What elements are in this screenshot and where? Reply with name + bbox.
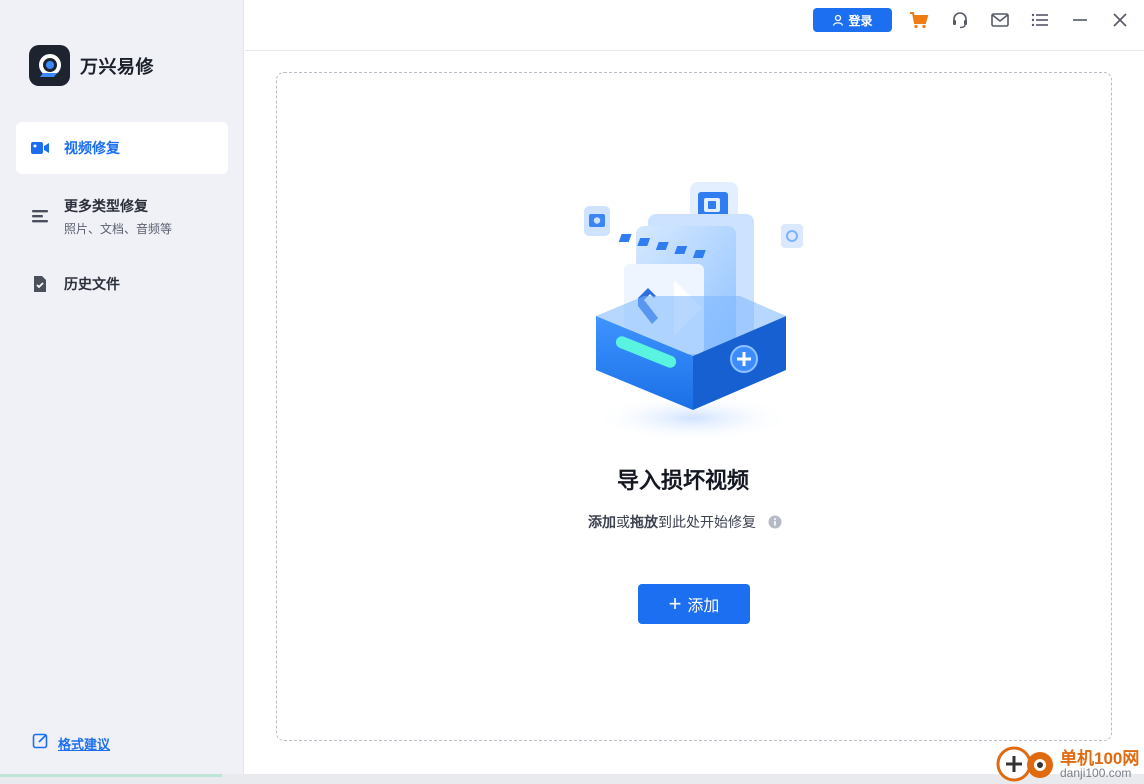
cart-icon[interactable] [909,10,929,30]
watermark-logo-icon [996,746,1053,782]
menu-icon[interactable] [1030,10,1050,30]
info-icon[interactable] [768,515,782,529]
watermark-line2: danji100.com [1060,766,1132,780]
sidebar-item-label: 视频修复 [64,140,120,156]
drop-zone-hint: 添加 或 拖放 到此处开始修复 [588,512,782,532]
sidebar-item-sublabel: 照片、文档、音频等 [64,221,173,236]
add-file-button[interactable]: + 添加 [638,584,750,624]
login-button[interactable]: 登录 [813,8,892,32]
minimize-icon[interactable] [1070,10,1090,30]
plus-icon: + [668,591,682,616]
user-icon [833,14,844,26]
headset-icon[interactable] [950,10,970,30]
hint-or: 或 [616,514,630,530]
repair-box-illustration [584,182,803,442]
format-suggestion-label: 格式建议 [58,736,111,752]
file-check-icon [30,274,50,294]
close-icon[interactable] [1110,10,1130,30]
sidebar-item-label: 更多类型修复 [64,197,148,214]
app-logo-icon [29,45,70,86]
sidebar-item-video-repair[interactable]: 视频修复 [16,122,228,174]
app-logo: 万兴易修 [29,45,154,86]
sidebar-item-history[interactable]: 历史文件 [16,258,228,310]
site-watermark: 单机100网 danji100.com [996,744,1144,784]
sidebar-item-label: 历史文件 [64,276,120,292]
app-name: 万兴易修 [80,56,154,77]
status-strip [0,774,1144,784]
mail-icon[interactable] [990,10,1010,30]
drop-zone-title: 导入损坏视频 [616,468,749,493]
sidebar-item-more-types[interactable]: 更多类型修复 照片、文档、音频等 [16,190,228,242]
sidebar: 万兴易修 视频修复 更多类型修复 照片、文档、音频等 历史文件 格式建议 [0,0,244,774]
video-camera-icon [30,138,50,158]
edit-icon [32,732,49,754]
add-button-label: 添加 [687,598,720,615]
login-label: 登录 [848,13,873,28]
list-icon [30,206,50,226]
hint-drag: 拖放 [630,514,658,530]
hint-add: 添加 [588,514,616,530]
hint-rest: 到此处开始修复 [658,514,756,530]
format-suggestion-link[interactable]: 格式建议 [32,732,110,754]
